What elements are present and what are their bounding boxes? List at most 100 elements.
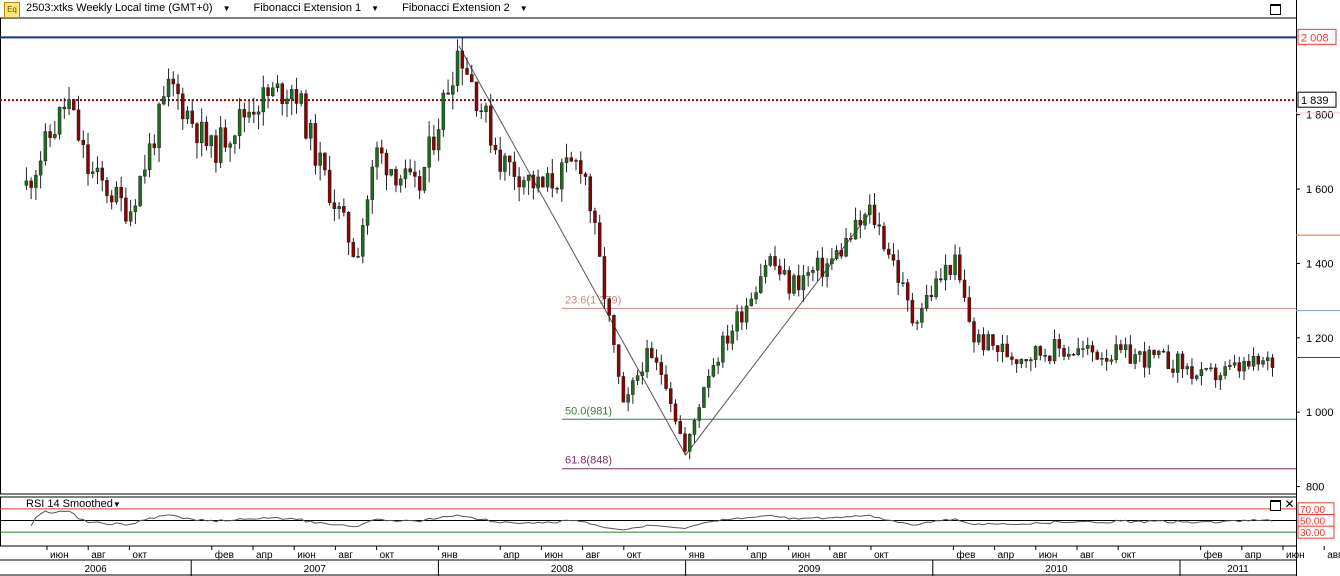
candle-body [1123, 344, 1128, 350]
candle-body [939, 278, 943, 281]
candle-body [1242, 361, 1246, 372]
candle-body [915, 322, 919, 324]
x-month-label: янв [441, 550, 457, 561]
x-month-label: июн [544, 550, 563, 561]
candle-body [81, 140, 86, 145]
x-month-label: апр [1245, 550, 1262, 561]
candle-body [782, 270, 787, 275]
rsi-title[interactable]: RSI 14 Smoothed▼ [26, 498, 121, 510]
chart-window: 800 1 000 1 200 1 400 1 600 1 800 23.6(1 279) 5… [0, 0, 1340, 576]
chart-settings-icon[interactable]: Eq [4, 2, 20, 18]
x-month-label: окт [627, 550, 642, 561]
candle-body [109, 195, 114, 203]
candle-body [635, 375, 640, 381]
candle-body [1190, 366, 1194, 379]
candle-body [261, 87, 266, 113]
candle-body [773, 256, 777, 267]
rsi-maximize-icon[interactable] [1270, 500, 1281, 511]
candle-body [768, 256, 773, 266]
y-tick-label: 1 800 [1306, 110, 1334, 122]
candle-body [958, 254, 962, 281]
candle-body [882, 225, 886, 250]
candle-body [162, 96, 166, 105]
candle-body [844, 237, 848, 257]
candle-body [697, 407, 701, 421]
candle-body [152, 143, 157, 149]
candle-body [995, 345, 1000, 352]
candle-body [920, 308, 924, 323]
candle-body [332, 202, 337, 209]
candle-body [711, 365, 716, 377]
candle-body [569, 157, 574, 162]
x-month-label: фев [215, 549, 234, 561]
study-fib-ext-1[interactable]: Fibonacci Extension 1 ▼ [254, 2, 390, 14]
candle-body [953, 254, 957, 275]
candle-body [1010, 356, 1014, 360]
x-month-label: июн [1039, 550, 1058, 561]
candle-body [1228, 364, 1232, 367]
candle-body [100, 167, 104, 181]
candle-body [754, 292, 758, 300]
candle-body [1152, 349, 1156, 355]
candle-body [1199, 369, 1204, 377]
candle-body [356, 256, 360, 258]
x-year-label: 2007 [304, 564, 327, 575]
candle-body [1147, 349, 1152, 368]
x-month-label: янв [689, 550, 705, 561]
candle-body [1161, 350, 1166, 353]
x-month-label: апр [750, 550, 767, 561]
candle-body [886, 248, 891, 255]
candle-body [275, 83, 280, 89]
candle-body [545, 173, 550, 188]
candle-body [76, 109, 81, 141]
candle-body [853, 219, 858, 240]
candle-body [289, 89, 294, 100]
candle-body [214, 135, 218, 163]
maximize-icon[interactable] [1270, 4, 1281, 15]
candle-body [484, 105, 488, 113]
candle-body [934, 278, 938, 298]
candle-body [398, 178, 403, 186]
instrument-title[interactable]: 2503:xtks Weekly Local time (GMT+0) ▼ [26, 2, 240, 14]
study-fib-ext-2[interactable]: Fibonacci Extension 2 ▼ [402, 2, 538, 14]
rsi-pane-frame [0, 496, 1297, 547]
candle-body [479, 110, 483, 113]
price-pane-frame [0, 17, 1297, 495]
y-tick-label: 1 600 [1306, 184, 1334, 196]
candle-body [90, 171, 95, 174]
candle-body [1194, 375, 1199, 379]
candle-body [1090, 345, 1095, 353]
candle-body [470, 74, 474, 83]
y-tick-label: 1 200 [1306, 333, 1334, 345]
candle-body [507, 155, 512, 163]
candle-body [1247, 361, 1251, 367]
x-year-label: 2011 [1227, 564, 1249, 575]
candle-body [375, 147, 379, 168]
candle-body [877, 224, 881, 227]
candle-body [976, 334, 981, 343]
candle-body [380, 147, 384, 154]
candle-body [512, 161, 517, 177]
x-month-label: апр [503, 550, 520, 561]
candle-body [526, 174, 531, 181]
candle-body [266, 87, 270, 97]
price-label: 1 839 [1301, 95, 1329, 107]
candle-body [1266, 357, 1270, 361]
candle-body [294, 89, 299, 104]
candle-body [176, 83, 180, 95]
x-year-label: 2010 [1045, 564, 1068, 575]
candle-body [181, 93, 185, 120]
candle-body [1109, 359, 1114, 362]
candle-body [1213, 367, 1218, 381]
candle-body [24, 180, 29, 186]
candle-body [962, 279, 967, 298]
candle-body [1138, 351, 1142, 355]
candle-body [811, 269, 815, 273]
candle-body [427, 136, 431, 168]
candle-body [1185, 366, 1189, 370]
x-month-label: окт [874, 550, 889, 561]
candle-body [631, 380, 635, 395]
candle-body [503, 155, 507, 172]
candle-body [683, 433, 687, 452]
rsi-close-icon[interactable]: ✕ [1284, 498, 1295, 510]
